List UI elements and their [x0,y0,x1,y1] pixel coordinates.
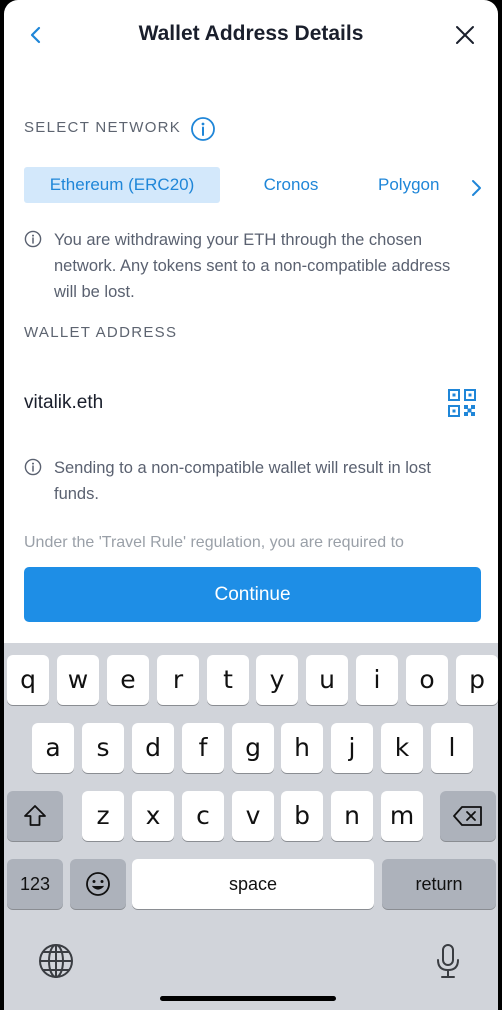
header: Wallet Address Details [4,0,498,70]
key-w[interactable]: w [57,655,99,705]
globe-button[interactable] [36,941,76,981]
info-icon [191,117,215,141]
key-z[interactable]: z [82,791,124,841]
backspace-icon [453,806,482,826]
space-key[interactable]: space [132,859,374,909]
key-h[interactable]: h [281,723,323,773]
key-b[interactable]: b [281,791,323,841]
key-d[interactable]: d [132,723,174,773]
qr-code-icon [448,389,476,417]
close-button[interactable] [450,20,480,50]
key-f[interactable]: f [182,723,224,773]
info-icon [24,230,42,248]
key-y[interactable]: y [256,655,298,705]
key-x[interactable]: x [132,791,174,841]
key-u[interactable]: u [306,655,348,705]
chevron-right-icon [472,180,481,196]
numbers-key[interactable]: 123 [7,859,63,909]
info-icon [24,458,42,476]
key-o[interactable]: o [406,655,448,705]
travel-rule-text: Under the 'Travel Rule' regulation, you … [24,536,474,552]
close-icon [456,26,474,44]
travel-rule-text-content: Under the 'Travel Rule' regulation, you … [24,536,404,551]
key-m[interactable]: m [381,791,423,841]
tabs-next-button[interactable] [466,178,486,198]
shift-icon [24,805,46,826]
dictation-button[interactable] [428,941,468,981]
keyboard: q w e r t y u i o p a s d f g h j k l z … [4,643,498,1010]
key-r[interactable]: r [157,655,199,705]
key-t[interactable]: t [207,655,249,705]
network-tabs: Ethereum (ERC20) Cronos Polygon [24,167,494,205]
wallet-address-input[interactable]: vitalik.eth [24,392,103,414]
key-q[interactable]: q [7,655,49,705]
backspace-key[interactable] [440,791,496,841]
key-s[interactable]: s [82,723,124,773]
key-k[interactable]: k [381,723,423,773]
home-indicator [160,996,336,1001]
key-i[interactable]: i [356,655,398,705]
key-p[interactable]: p [456,655,498,705]
network-notice-text: You are withdrawing your ETH through the… [54,231,451,301]
wallet-warning: Sending to a non-compatible wallet will … [24,455,474,509]
return-key[interactable]: return [382,859,496,909]
select-network-label: SELECT NETWORK [24,119,182,136]
key-n[interactable]: n [331,791,373,841]
microphone-icon [437,944,459,978]
key-c[interactable]: c [182,791,224,841]
qr-scan-button[interactable] [448,389,476,417]
globe-icon [39,944,73,978]
screen: Wallet Address Details SELECT NETWORK Et… [4,0,498,1010]
tab-polygon[interactable]: Polygon [378,167,458,203]
wallet-warning-text: Sending to a non-compatible wallet will … [54,459,431,503]
network-notice: You are withdrawing your ETH through the… [24,227,474,305]
emoji-key[interactable] [70,859,126,909]
tab-ethereum-erc20[interactable]: Ethereum (ERC20) [24,167,220,203]
key-a[interactable]: a [32,723,74,773]
emoji-icon [86,872,110,896]
key-j[interactable]: j [331,723,373,773]
key-v[interactable]: v [232,791,274,841]
tab-cronos[interactable]: Cronos [250,167,332,203]
network-info-button[interactable] [190,116,216,142]
key-g[interactable]: g [232,723,274,773]
page-title: Wallet Address Details [138,22,364,45]
continue-button[interactable]: Continue [24,567,481,622]
key-e[interactable]: e [107,655,149,705]
shift-key[interactable] [7,791,63,841]
key-l[interactable]: l [431,723,473,773]
wallet-address-label: WALLET ADDRESS [24,324,178,341]
